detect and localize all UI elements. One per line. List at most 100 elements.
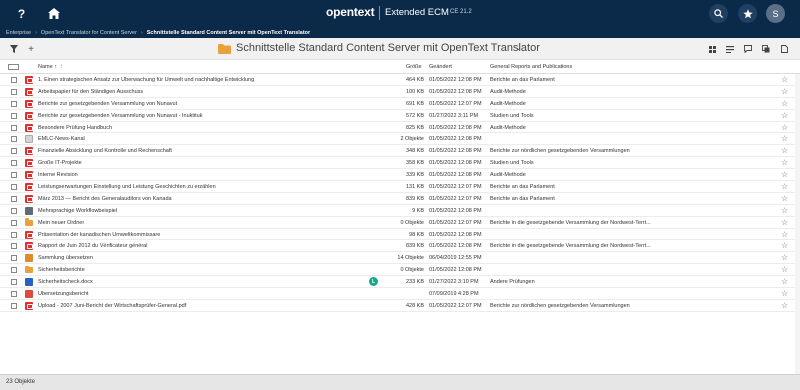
row-name-link[interactable]: März 2013 — Bericht des Generalauditors … xyxy=(38,196,368,202)
table-row[interactable]: Mein neuer Ordner 0 Objekte 01/05/2022 12:… xyxy=(0,217,800,229)
scrollbar[interactable] xyxy=(795,74,800,374)
row-name-link[interactable]: Mehrsprachige Workflowbeispiel xyxy=(38,208,368,214)
breadcrumb-item[interactable]: OpenText Translator for Content Server xyxy=(41,30,137,36)
row-name-link[interactable]: Sicherheitscheck.docx xyxy=(38,279,368,285)
row-checkbox[interactable] xyxy=(11,160,17,167)
help-button[interactable]: ? xyxy=(12,4,31,23)
row-name-link[interactable]: Interne Revision xyxy=(38,172,368,178)
favorite-star-icon[interactable]: ☆ xyxy=(781,277,788,286)
row-checkbox[interactable] xyxy=(11,112,17,119)
favorite-star-icon[interactable]: ☆ xyxy=(781,265,788,274)
table-row[interactable]: Arbeitspapier für den Ständigen Ausschus… xyxy=(0,86,800,98)
table-row[interactable]: Besondere Prüfung Handbuch 825 KB 01/05/20… xyxy=(0,122,800,134)
table-row[interactable]: Interne Revision 339 KB 01/05/2022 12:08 P… xyxy=(0,169,800,182)
grid-view-button[interactable] xyxy=(706,43,718,55)
column-header-general[interactable]: General Reports and Publications xyxy=(490,64,572,70)
table-row[interactable]: Berichte zur gesetzgebenden Versammlung … xyxy=(0,98,800,110)
filter-button[interactable] xyxy=(8,43,20,55)
row-name-link[interactable]: EMLC-News-Kanal xyxy=(38,136,368,142)
row-checkbox[interactable] xyxy=(11,267,17,274)
user-avatar[interactable]: S xyxy=(766,4,785,23)
row-name-link[interactable]: Upload - 2007 Juni-Bericht der Wirtschaf… xyxy=(38,303,368,309)
row-checkbox[interactable] xyxy=(11,207,17,214)
row-checkbox[interactable] xyxy=(11,148,17,155)
favorite-star-icon[interactable]: ☆ xyxy=(781,194,788,203)
row-checkbox[interactable] xyxy=(11,184,17,191)
favorite-star-icon[interactable]: ☆ xyxy=(781,134,788,143)
list-view-button[interactable] xyxy=(724,43,736,55)
search-button[interactable] xyxy=(709,4,728,23)
row-checkbox[interactable] xyxy=(11,195,17,202)
favorite-star-icon[interactable]: ☆ xyxy=(781,146,788,155)
row-checkbox[interactable] xyxy=(11,302,17,309)
row-name-link[interactable]: 1. Einen strategischen Ansatz zur Überwa… xyxy=(38,77,368,83)
comments-button[interactable] xyxy=(742,43,754,55)
row-name-link[interactable]: Mein neuer Ordner xyxy=(38,220,368,226)
column-header-modified[interactable]: Geändert xyxy=(429,64,452,70)
favorite-star-icon[interactable]: ☆ xyxy=(781,99,788,108)
table-row[interactable]: Rapport de Juin 2012 du Vérificateur gén… xyxy=(0,240,800,253)
row-name-link[interactable]: Präsentation der kanadischen Umweltkommi… xyxy=(38,232,368,238)
row-name-link[interactable]: Besondere Prüfung Handbuch xyxy=(38,125,368,131)
favorite-star-icon[interactable]: ☆ xyxy=(781,158,788,167)
table-row[interactable]: Präsentation der kanadischen Umweltkommi… xyxy=(0,229,800,241)
row-checkbox[interactable] xyxy=(11,124,17,131)
table-row[interactable]: Große IT-Projekte 358 KB 01/05/2022 12:08 … xyxy=(0,157,800,170)
favorite-star-icon[interactable]: ☆ xyxy=(781,182,788,191)
row-name-link[interactable]: Rapport de Juin 2012 du Vérificateur gén… xyxy=(38,243,368,249)
column-header-name[interactable]: Name ↑ ⋮ xyxy=(38,64,64,70)
column-menu-icon[interactable]: ⋮ xyxy=(58,64,64,70)
table-row[interactable]: Übersetzungsbericht 07/09/2019 4:28 PM ☆ xyxy=(0,288,800,300)
table-row[interactable]: Berichte zur gesetzgebenden Versammlung … xyxy=(0,110,800,122)
copy-button[interactable] xyxy=(760,43,772,55)
favorite-star-icon[interactable]: ☆ xyxy=(781,111,788,120)
row-name-link[interactable]: Finanzielle Absicklung und Kontrolle und… xyxy=(38,148,368,154)
table-row[interactable]: Sicherheitsberichte 0 Objekte 01/05/2022 1… xyxy=(0,264,800,277)
add-button[interactable]: + xyxy=(25,43,37,55)
row-name-link[interactable]: Arbeitspapier für den Ständigen Ausschus… xyxy=(38,89,368,95)
row-checkbox[interactable] xyxy=(11,77,17,83)
table-row[interactable]: EMLC-News-Kanal 2 Objekte 01/05/2022 12:08… xyxy=(0,133,800,146)
row-name-link[interactable]: Berichte zur gesetzgebenden Versammlung … xyxy=(38,101,368,107)
favorite-star-icon[interactable]: ☆ xyxy=(781,123,788,132)
row-checkbox[interactable] xyxy=(11,100,17,107)
row-checkbox[interactable] xyxy=(11,88,17,95)
chevron-down-icon[interactable]: ⌄ xyxy=(515,43,522,52)
row-name-link[interactable]: Übersetzungsbericht xyxy=(38,291,368,297)
favorite-star-icon[interactable]: ☆ xyxy=(781,230,788,239)
favorite-star-icon[interactable]: ☆ xyxy=(781,241,788,250)
info-button[interactable] xyxy=(778,43,790,55)
row-name-link[interactable]: Große IT-Projekte xyxy=(38,160,368,166)
row-checkbox[interactable] xyxy=(11,255,17,262)
favorite-star-icon[interactable]: ☆ xyxy=(781,289,788,298)
row-name-link[interactable]: Leistungserwartungen Einstellung und Lei… xyxy=(38,184,368,190)
row-checkbox[interactable] xyxy=(11,243,17,250)
favorites-button[interactable] xyxy=(738,4,757,23)
favorite-star-icon[interactable]: ☆ xyxy=(781,301,788,310)
table-row[interactable]: Upload - 2007 Juni-Bericht der Wirtschaf… xyxy=(0,300,800,312)
table-row[interactable]: Leistungserwartungen Einstellung und Lei… xyxy=(0,181,800,193)
row-name-link[interactable]: Sammlung übersetzen xyxy=(38,255,368,261)
favorite-star-icon[interactable]: ☆ xyxy=(781,75,788,84)
table-row[interactable]: Finanzielle Absicklung und Kontrolle und… xyxy=(0,145,800,158)
table-row[interactable]: Mehrsprachige Workflowbeispiel 9 KB 01/05/… xyxy=(0,205,800,217)
breadcrumb-item[interactable]: Enterprise xyxy=(6,30,31,36)
row-checkbox[interactable] xyxy=(11,291,17,298)
favorite-star-icon[interactable]: ☆ xyxy=(781,87,788,96)
row-checkbox[interactable] xyxy=(11,279,17,286)
table-row[interactable]: 1. Einen strategischen Ansatz zur Überwa… xyxy=(0,74,800,86)
row-checkbox[interactable] xyxy=(11,219,17,226)
row-checkbox[interactable] xyxy=(11,136,17,143)
favorite-star-icon[interactable]: ☆ xyxy=(781,206,788,215)
column-header-size[interactable]: Größe xyxy=(406,64,422,70)
row-name-link[interactable]: Berichte zur gesetzgebenden Versammlung … xyxy=(38,113,368,119)
favorite-star-icon[interactable]: ☆ xyxy=(781,170,788,179)
select-all-checkbox[interactable] xyxy=(8,64,19,70)
table-row[interactable]: Sicherheitscheck.docx L 233 KB 01/27/2022 3… xyxy=(0,276,800,289)
table-row[interactable]: März 2013 — Bericht des Generalauditors … xyxy=(0,193,800,205)
table-row[interactable]: Sammlung übersetzen 14 Objekte 06/04/2019 … xyxy=(0,252,800,265)
favorite-star-icon[interactable]: ☆ xyxy=(781,253,788,262)
home-button[interactable] xyxy=(44,4,63,23)
row-checkbox[interactable] xyxy=(11,172,17,179)
row-checkbox[interactable] xyxy=(11,231,17,238)
